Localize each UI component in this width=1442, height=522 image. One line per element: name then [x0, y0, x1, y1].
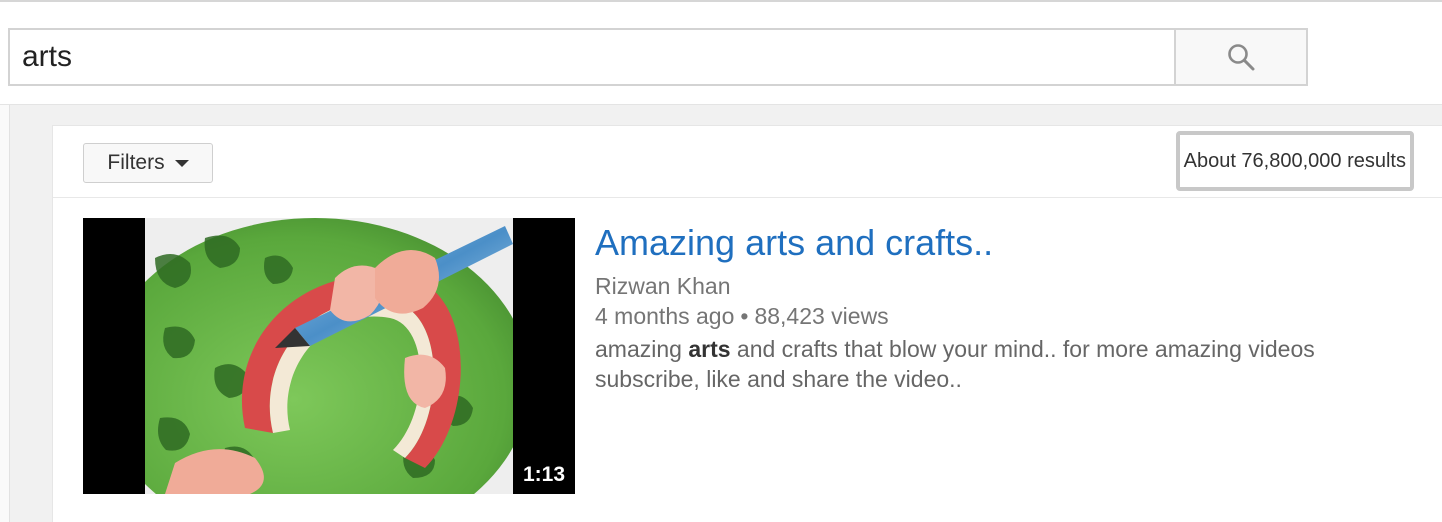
- meta-separator: •: [740, 303, 749, 329]
- description-text-before: amazing: [595, 336, 689, 362]
- search-input[interactable]: [8, 28, 1176, 86]
- description-highlight: arts: [688, 336, 731, 362]
- channel-link[interactable]: Rizwan Khan: [595, 271, 1415, 301]
- video-result: 1:13 Amazing arts and crafts.. Rizwan Kh…: [83, 218, 1423, 496]
- search-icon: [1228, 44, 1255, 71]
- view-count: 88,423 views: [754, 303, 889, 329]
- upload-age: 4 months ago: [595, 303, 735, 329]
- results-card: Filters About 76,800,000 results 1:13 Am…: [52, 125, 1442, 522]
- video-duration: 1:13: [516, 460, 571, 490]
- filters-button[interactable]: Filters: [83, 143, 213, 183]
- video-thumbnail[interactable]: 1:13: [83, 218, 575, 494]
- video-meta: Amazing arts and crafts.. Rizwan Khan 4 …: [595, 218, 1415, 394]
- masthead: [0, 0, 1442, 105]
- video-description: amazing arts and crafts that blow your m…: [595, 334, 1395, 394]
- filters-bar: Filters About 76,800,000 results: [53, 126, 1442, 198]
- left-gutter: [0, 105, 10, 522]
- search-button[interactable]: [1174, 28, 1308, 86]
- filters-label: Filters: [107, 151, 165, 174]
- video-title-link[interactable]: Amazing arts and crafts..: [595, 220, 1415, 266]
- results-count: About 76,800,000 results: [1175, 131, 1414, 191]
- video-stats: 4 months ago • 88,423 views: [595, 301, 1415, 331]
- caret-down-icon: [174, 159, 189, 167]
- watermelon-carving-image: [145, 218, 513, 494]
